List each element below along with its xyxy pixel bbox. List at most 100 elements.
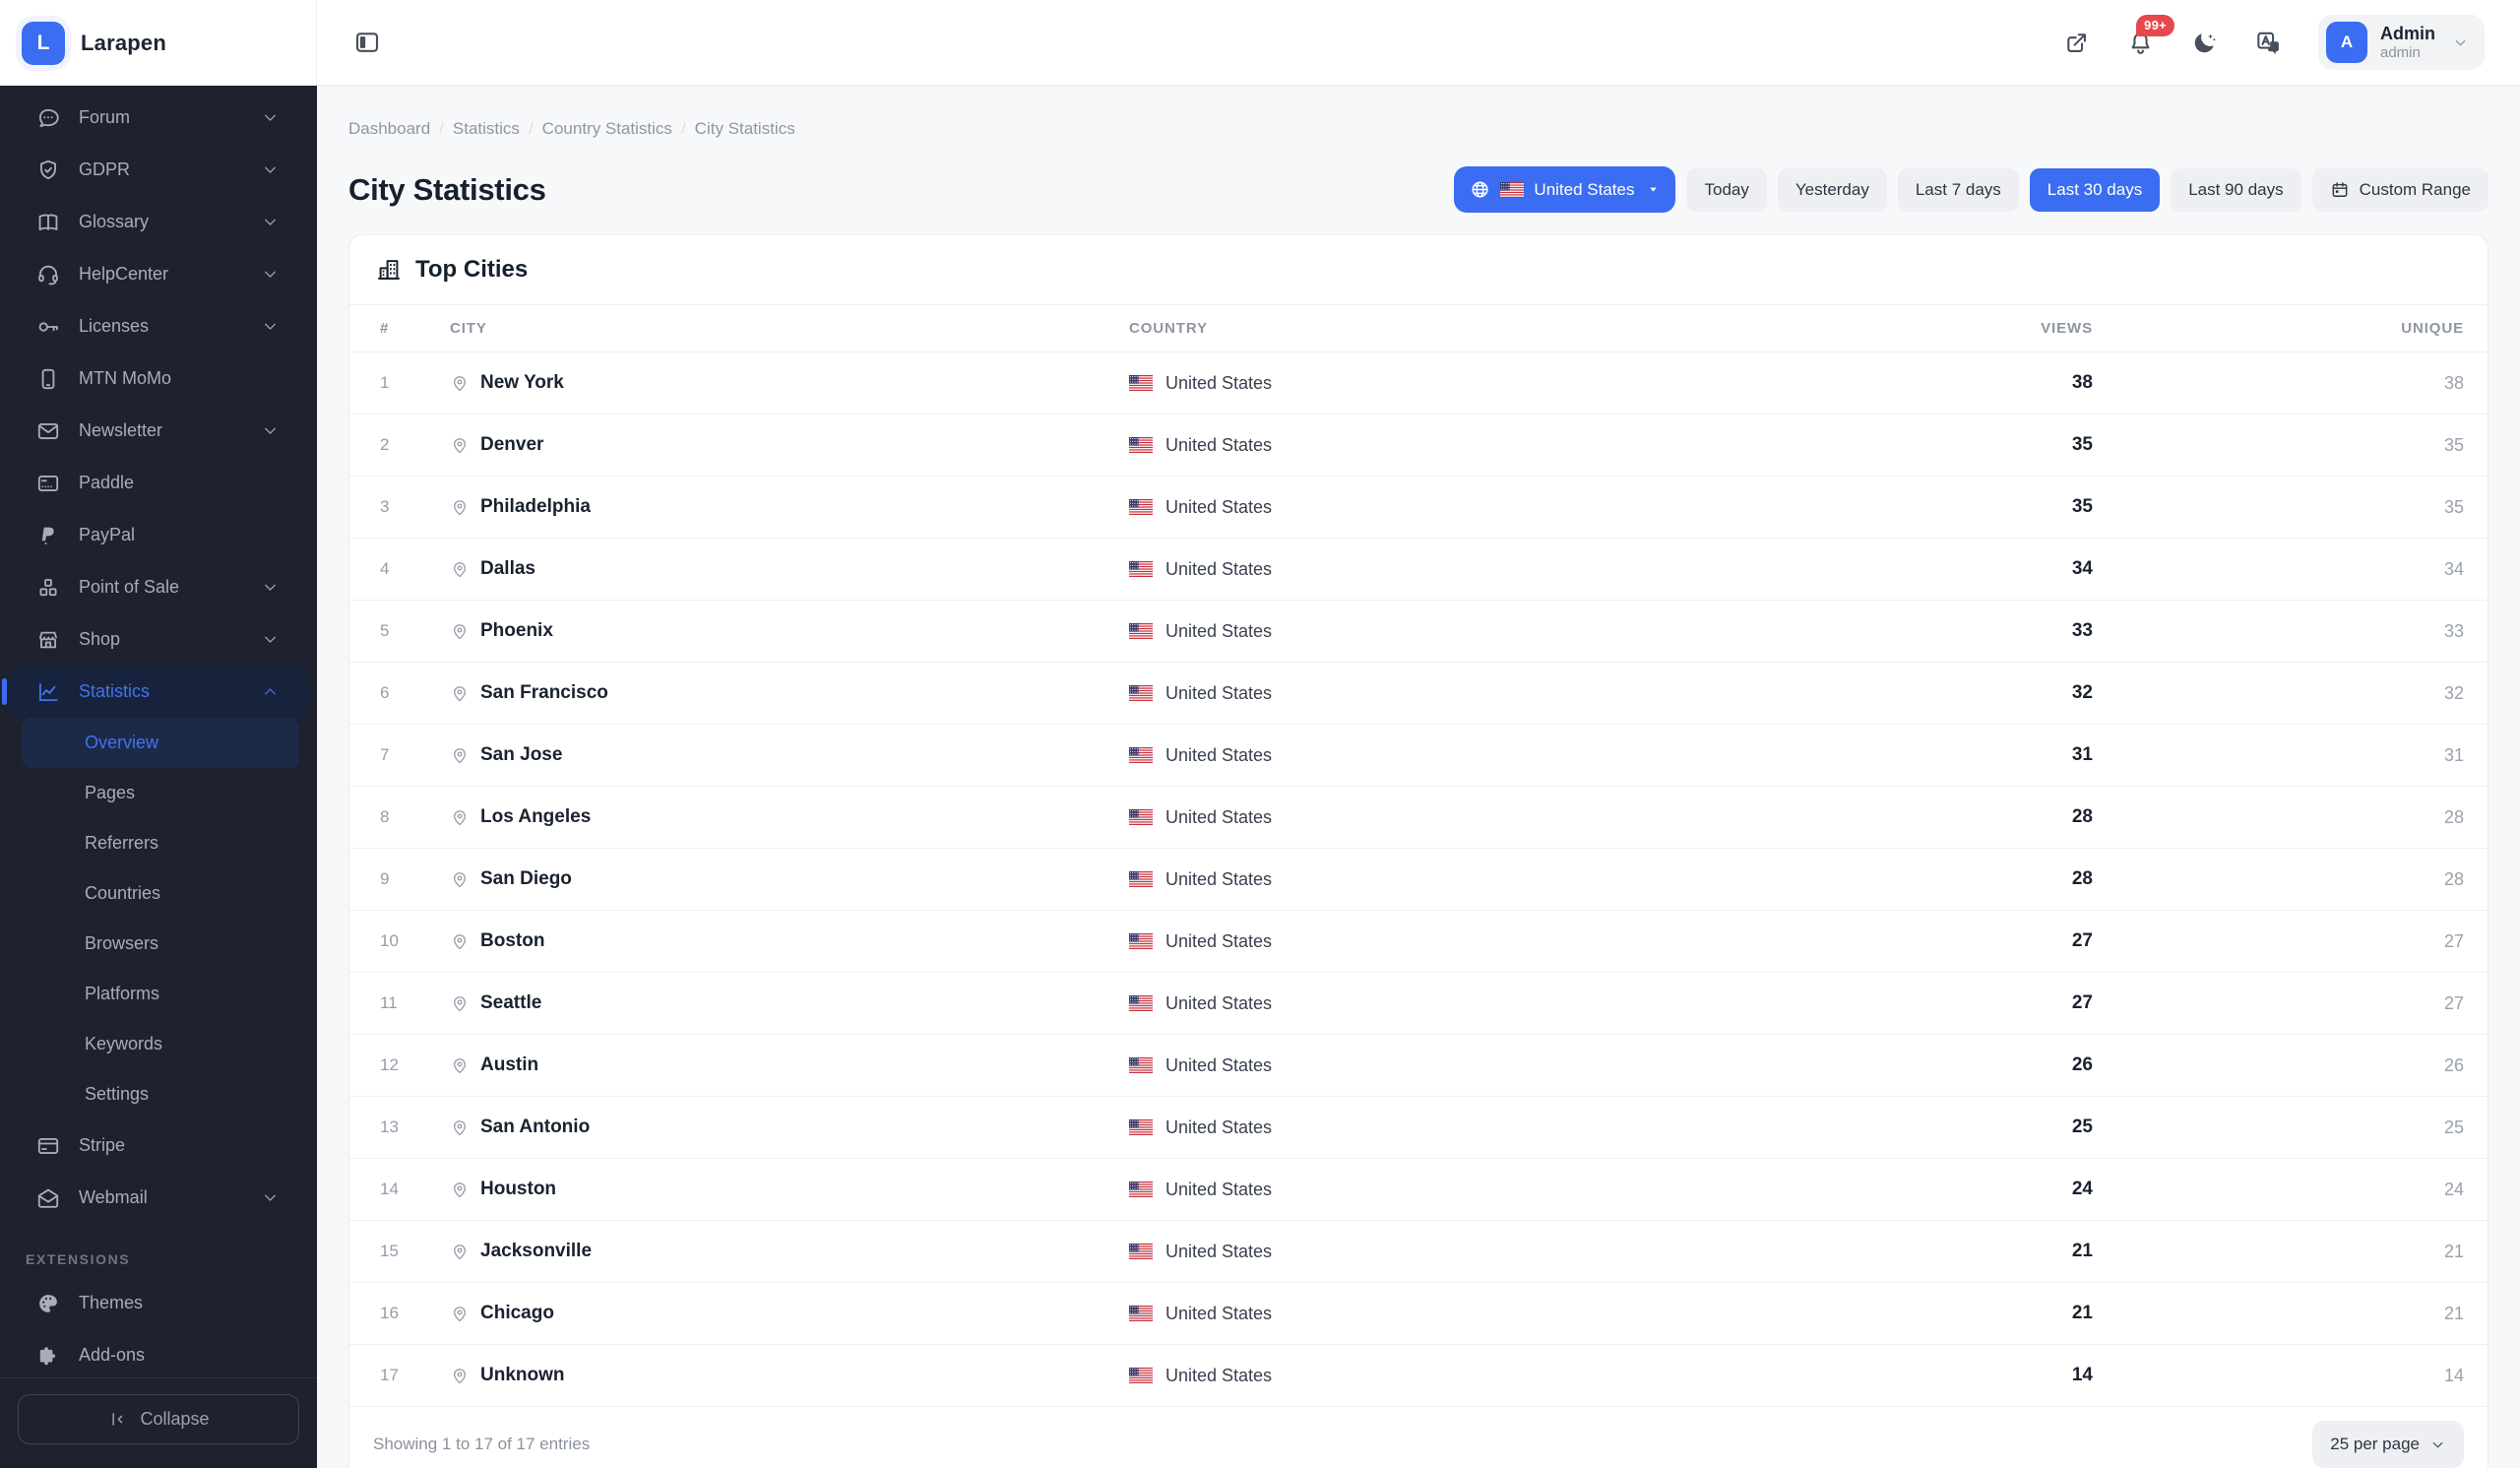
row-country: United States — [1129, 1242, 1896, 1262]
row-rank: 12 — [380, 1055, 399, 1074]
country-name: United States — [1166, 744, 1273, 765]
mail-open-icon — [35, 1185, 61, 1211]
table-row[interactable]: 7 San Jose United States 31 31 — [349, 724, 2488, 786]
row-country: United States — [1129, 1055, 1896, 1076]
row-country: United States — [1129, 621, 1896, 642]
chevron-down-icon — [261, 421, 280, 440]
sidebar-subitem-overview[interactable]: Overview — [22, 718, 299, 768]
table-row[interactable]: 10 Boston United States 27 27 — [349, 910, 2488, 972]
moon-icon — [2190, 29, 2219, 57]
sidebar-item-stripe[interactable]: Stripe — [10, 1119, 307, 1172]
user-role: admin — [2380, 43, 2421, 61]
row-city: Phoenix — [450, 620, 1129, 642]
collapse-button[interactable]: Collapse — [18, 1394, 299, 1444]
table-row[interactable]: 11 Seattle United States 27 27 — [349, 972, 2488, 1034]
collapse-icon — [107, 1409, 128, 1430]
range-button-yesterday[interactable]: Yesterday — [1777, 167, 1887, 212]
country-name: United States — [1166, 868, 1273, 889]
notifications-button[interactable]: 99+ — [2126, 14, 2174, 57]
range-button-last-7-days[interactable]: Last 7 days — [1897, 167, 2019, 212]
table-row[interactable]: 3 Philadelphia United States 35 35 — [349, 476, 2488, 538]
breadcrumb-item-city-statistics[interactable]: City Statistics — [695, 119, 795, 139]
sidebar-subitem-pages[interactable]: Pages — [22, 768, 299, 818]
table-row[interactable]: 12 Austin United States 26 26 — [349, 1034, 2488, 1096]
sidebar-item-gdpr[interactable]: GDPR — [10, 144, 307, 196]
table-row[interactable]: 8 Los Angeles United States 28 28 — [349, 786, 2488, 848]
app: L Larapen Forum GDPR Glossary HelpCenter Lic… — [0, 0, 2520, 1468]
city-name: San Diego — [480, 868, 572, 889]
country-name: United States — [1166, 682, 1273, 703]
row-unique: 35 — [2443, 434, 2464, 455]
sidebar-item-glossary[interactable]: Glossary — [10, 196, 307, 248]
country-filter-dropdown[interactable]: United States — [1454, 166, 1676, 213]
sidebar-item-mtn-momo[interactable]: MTN MoMo — [10, 352, 307, 405]
main: 99+ A Admin admin Dashboard / Statistics… — [317, 0, 2520, 1468]
table-row[interactable]: 13 San Antonio United States 25 25 — [349, 1096, 2488, 1158]
sidebar-item-label: Statistics — [79, 681, 151, 701]
table-row[interactable]: 14 Houston United States 24 24 — [349, 1158, 2488, 1220]
sidebar-item-point-of-sale[interactable]: Point of Sale — [10, 561, 307, 613]
table-row[interactable]: 9 San Diego United States 28 28 — [349, 848, 2488, 910]
row-unique: 38 — [2443, 372, 2464, 393]
sidebar-subitem-referrers[interactable]: Referrers — [22, 818, 299, 868]
sidebar-subitem-browsers[interactable]: Browsers — [22, 919, 299, 969]
sidebar-item-helpcenter[interactable]: HelpCenter — [10, 248, 307, 300]
breadcrumb-item-statistics[interactable]: Statistics — [453, 119, 520, 139]
sidebar-item-label: HelpCenter — [79, 264, 169, 284]
row-city: San Jose — [450, 744, 1129, 766]
open-site-button[interactable] — [2062, 29, 2091, 57]
sidebar-item-newsletter[interactable]: Newsletter — [10, 405, 307, 457]
sidebar-item-add-ons[interactable]: Add-ons — [10, 1329, 307, 1377]
sidebar-item-statistics[interactable]: Statistics — [2, 666, 307, 718]
row-country: United States — [1129, 993, 1896, 1014]
sidebar-item-webmail[interactable]: Webmail — [10, 1172, 307, 1224]
sidebar-subitem-keywords[interactable]: Keywords — [22, 1019, 299, 1069]
breadcrumb-separator: / — [439, 119, 444, 138]
sidebar-toggle-button[interactable] — [352, 28, 382, 57]
chevron-down-icon — [261, 213, 280, 231]
row-views: 21 — [2071, 1241, 2093, 1261]
sidebar-item-themes[interactable]: Themes — [10, 1277, 307, 1329]
language-button[interactable] — [2254, 29, 2283, 57]
custom-range-button[interactable]: Custom Range — [2311, 167, 2488, 212]
row-country: United States — [1129, 1366, 1896, 1386]
table-row[interactable]: 5 Phoenix United States 33 33 — [349, 600, 2488, 662]
sidebar-item-paypal[interactable]: PayPal — [10, 509, 307, 561]
pin-icon — [450, 931, 470, 951]
row-views: 35 — [2071, 496, 2093, 517]
extensions-section-label: EXTENSIONS — [26, 1251, 131, 1267]
table-row[interactable]: 2 Denver United States 35 35 — [349, 414, 2488, 476]
table-row[interactable]: 17 Unknown United States 14 14 — [349, 1344, 2488, 1406]
us-flag-icon — [1129, 747, 1153, 763]
chevron-down-icon — [261, 578, 280, 597]
table-row[interactable]: 15 Jacksonville United States 21 21 — [349, 1220, 2488, 1282]
sidebar-item-licenses[interactable]: Licenses — [10, 300, 307, 352]
per-page-label: 25 per page — [2330, 1435, 2420, 1453]
brand[interactable]: L Larapen — [0, 0, 317, 86]
sidebar-subitem-countries[interactable]: Countries — [22, 868, 299, 919]
breadcrumb-item-country-statistics[interactable]: Country Statistics — [542, 119, 672, 139]
row-rank: 15 — [380, 1242, 399, 1260]
table-row[interactable]: 4 Dallas United States 34 34 — [349, 538, 2488, 600]
range-button-last-90-days[interactable]: Last 90 days — [2171, 167, 2301, 212]
row-views: 35 — [2071, 434, 2093, 455]
table-row[interactable]: 1 New York United States 38 38 — [349, 351, 2488, 414]
dark-mode-toggle[interactable] — [2190, 29, 2219, 57]
row-city: Dallas — [450, 558, 1129, 580]
sidebar-subitem-platforms[interactable]: Platforms — [22, 969, 299, 1019]
breadcrumb-item-dashboard[interactable]: Dashboard — [348, 119, 430, 139]
sidebar-item-label: PayPal — [79, 525, 136, 544]
sidebar-item-paddle[interactable]: Paddle — [10, 457, 307, 509]
sidebar-item-shop[interactable]: Shop — [10, 613, 307, 666]
pin-icon — [450, 435, 470, 455]
per-page-select[interactable]: 25 per page — [2312, 1421, 2464, 1468]
table-row[interactable]: 16 Chicago United States 21 21 — [349, 1282, 2488, 1344]
range-button-last-30-days[interactable]: Last 30 days — [2029, 167, 2161, 212]
sidebar-subitem-settings[interactable]: Settings — [22, 1069, 299, 1119]
table-row[interactable]: 6 San Francisco United States 32 32 — [349, 662, 2488, 724]
row-unique: 21 — [2443, 1303, 2464, 1323]
sidebar-item-forum[interactable]: Forum — [10, 92, 307, 144]
user-menu[interactable]: A Admin admin — [2318, 15, 2485, 70]
city-name: Boston — [480, 930, 545, 951]
range-button-today[interactable]: Today — [1686, 167, 1767, 212]
